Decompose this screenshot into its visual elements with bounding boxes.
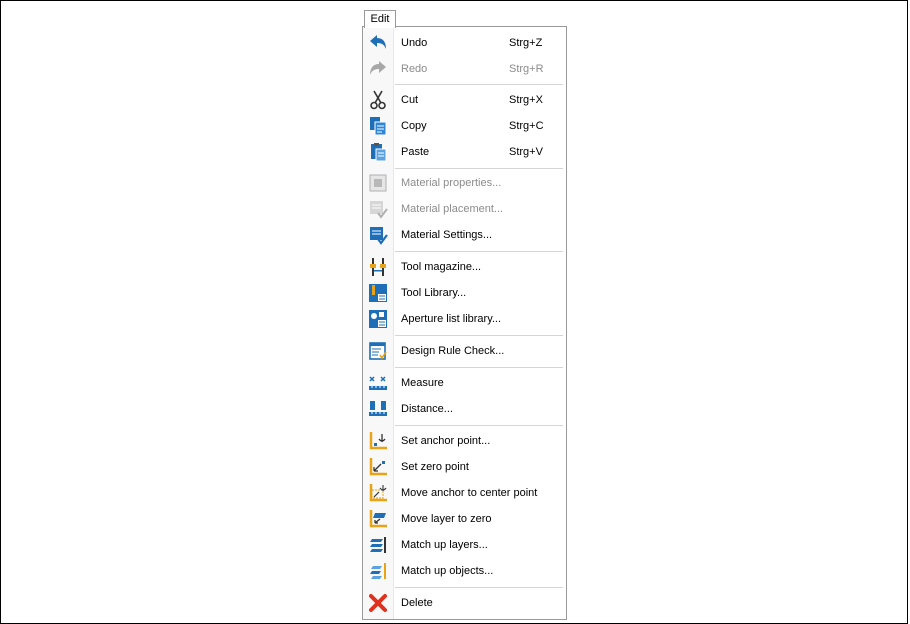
menu-item-match-up-layers[interactable]: Match up layers... bbox=[363, 532, 566, 558]
cut-label: Cut bbox=[401, 94, 419, 106]
paste-shortcut: Strg+V bbox=[509, 146, 543, 158]
menu-separator bbox=[395, 335, 563, 336]
redo-label: Redo bbox=[401, 63, 428, 75]
copy-label: Copy bbox=[401, 120, 427, 132]
menu-item-move-anchor-to-center[interactable]: Move anchor to center point bbox=[363, 480, 566, 506]
menu-separator bbox=[395, 251, 563, 252]
paste-icon bbox=[371, 143, 387, 162]
menu-item-measure[interactable]: Measure bbox=[363, 370, 566, 396]
material-settings-label: Material Settings... bbox=[401, 229, 493, 241]
menu-item-material-settings[interactable]: Material Settings... bbox=[363, 222, 566, 248]
menu-item-material-placement[interactable]: Material placement... bbox=[363, 196, 566, 222]
aperture-list-library-icon bbox=[369, 310, 387, 328]
menu-separator bbox=[395, 425, 563, 426]
match-up-layers-label: Match up layers... bbox=[401, 539, 488, 551]
design-rule-check-label: Design Rule Check... bbox=[401, 345, 505, 357]
undo-label: Undo bbox=[401, 37, 428, 49]
menu-tab-edit[interactable]: Edit bbox=[364, 10, 396, 28]
menu-item-material-properties[interactable]: Material properties... bbox=[363, 170, 566, 196]
measure-icon bbox=[369, 376, 387, 390]
menu-item-aperture-list-library[interactable]: Aperture list library... bbox=[363, 306, 566, 332]
distance-icon bbox=[369, 401, 387, 416]
set-zero-point-icon bbox=[369, 458, 387, 476]
move-layer-to-zero-icon bbox=[369, 510, 387, 528]
set-anchor-point-label: Set anchor point... bbox=[401, 435, 491, 447]
menu-item-copy[interactable]: Copy Strg+C bbox=[363, 113, 566, 139]
material-placement-label: Material placement... bbox=[401, 203, 504, 215]
move-anchor-to-center-label: Move anchor to center point bbox=[401, 487, 538, 499]
menu-item-undo[interactable]: Undo Strg+Z bbox=[363, 30, 566, 56]
menu-item-set-zero-point[interactable]: Set zero point bbox=[363, 454, 566, 480]
menu-item-match-up-objects[interactable]: Match up objects... bbox=[363, 558, 566, 584]
aperture-list-library-label: Aperture list library... bbox=[401, 313, 502, 325]
match-up-objects-label: Match up objects... bbox=[401, 565, 494, 577]
menu-item-tool-magazine[interactable]: Tool magazine... bbox=[363, 254, 566, 280]
measure-label: Measure bbox=[401, 377, 444, 389]
delete-icon bbox=[369, 594, 387, 612]
menu-separator bbox=[395, 168, 563, 169]
move-layer-to-zero-label: Move layer to zero bbox=[401, 513, 492, 525]
copy-icon bbox=[370, 117, 387, 136]
menu-separator bbox=[395, 587, 563, 588]
menu-item-delete[interactable]: Delete bbox=[363, 590, 566, 616]
material-properties-icon bbox=[369, 174, 387, 192]
delete-label: Delete bbox=[401, 597, 433, 609]
redo-icon bbox=[370, 61, 386, 75]
paste-label: Paste bbox=[401, 146, 430, 158]
cut-shortcut: Strg+X bbox=[509, 94, 543, 106]
tool-library-label: Tool Library... bbox=[401, 287, 467, 299]
menu-item-move-layer-to-zero[interactable]: Move layer to zero bbox=[363, 506, 566, 532]
menu-separator bbox=[395, 84, 563, 85]
distance-label: Distance... bbox=[401, 403, 453, 415]
scissors-icon bbox=[370, 90, 386, 110]
edit-menu-dropdown: Undo Strg+Z Redo Strg+R Cut Strg+X Copy bbox=[362, 26, 567, 620]
material-settings-icon bbox=[370, 227, 388, 245]
match-up-layers-icon bbox=[370, 537, 386, 553]
menu-item-cut[interactable]: Cut Strg+X bbox=[363, 87, 566, 113]
move-anchor-to-center-icon bbox=[369, 484, 387, 502]
material-properties-label: Material properties... bbox=[401, 177, 502, 189]
tool-library-icon bbox=[369, 284, 387, 302]
menu-item-set-anchor-point[interactable]: Set anchor point... bbox=[363, 428, 566, 454]
undo-shortcut: Strg+Z bbox=[509, 37, 543, 49]
menu-item-design-rule-check[interactable]: Design Rule Check... bbox=[363, 338, 566, 364]
set-zero-point-label: Set zero point bbox=[401, 461, 469, 473]
set-anchor-point-icon bbox=[369, 432, 387, 450]
design-rule-check-icon bbox=[369, 342, 387, 360]
material-placement-icon bbox=[370, 201, 388, 219]
menu-separator bbox=[395, 367, 563, 368]
menu-item-tool-library[interactable]: Tool Library... bbox=[363, 280, 566, 306]
menu-item-redo[interactable]: Redo Strg+R bbox=[363, 56, 566, 82]
redo-shortcut: Strg+R bbox=[509, 63, 544, 75]
tool-magazine-icon bbox=[370, 258, 386, 276]
copy-shortcut: Strg+C bbox=[509, 120, 544, 132]
tool-magazine-label: Tool magazine... bbox=[401, 261, 482, 273]
undo-icon bbox=[370, 35, 386, 49]
menu-item-paste[interactable]: Paste Strg+V bbox=[363, 139, 566, 165]
match-up-objects-icon bbox=[370, 563, 386, 579]
menu-item-distance[interactable]: Distance... bbox=[363, 396, 566, 422]
